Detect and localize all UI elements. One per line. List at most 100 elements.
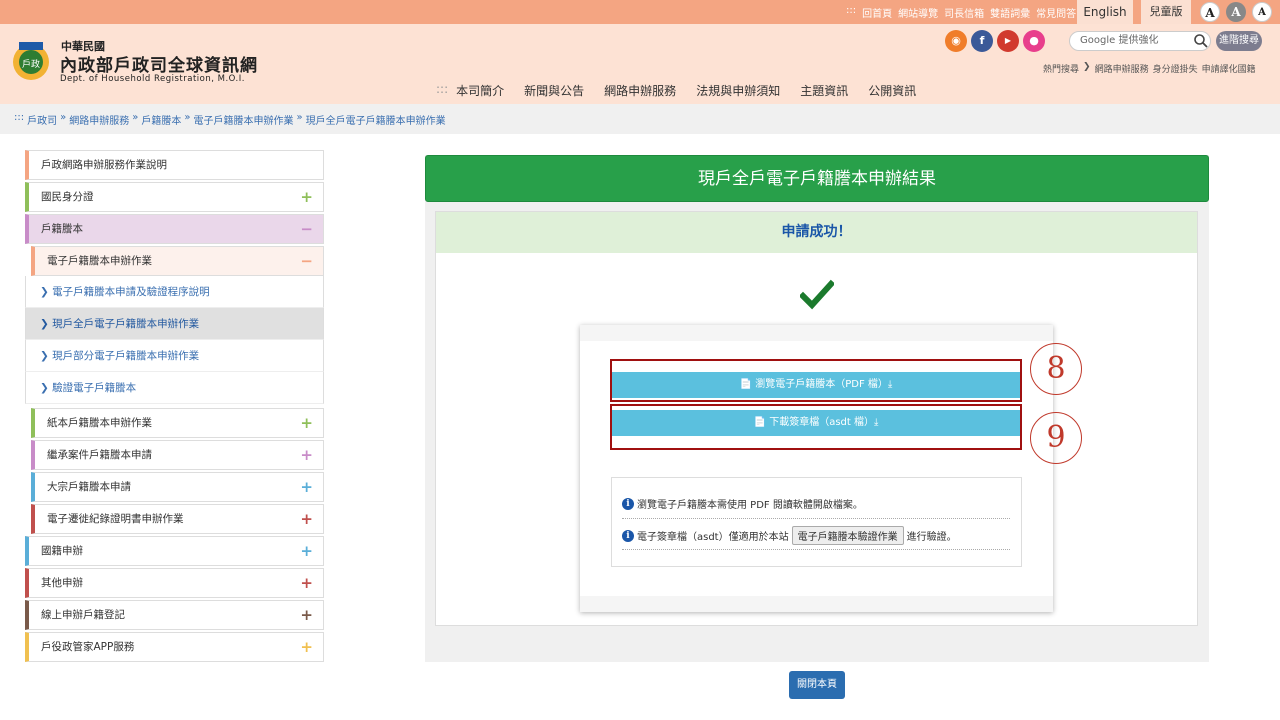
sidebar-subitem-guide[interactable]: ❯ 電子戶籍謄本申請及驗證程序說明 [25,276,324,308]
hot-search: 熱門搜尋 ❯ 網路申辦服務 身分證掛失 申請譯化國籍 [1043,62,1256,75]
info-icon: i [622,497,634,510]
plus-icon: + [300,510,313,528]
top-link-mailbox[interactable]: 司長信箱 [944,5,984,20]
checkmark-icon [800,279,834,310]
nav-dots: ::: [436,82,449,96]
sidebar-item-other[interactable]: 其他申辦 + [25,568,324,598]
font-size-medium-button[interactable]: A [1226,2,1246,22]
plus-icon: + [300,574,313,592]
divider [622,549,1010,550]
plus-icon: + [300,606,313,624]
top-link-home[interactable]: 回首頁 [862,5,892,20]
rss-icon[interactable]: ◉ [945,30,967,52]
sidebar-subitem-full-household[interactable]: ❯ 現戶全戶電子戶籍謄本申辦作業 [25,308,324,340]
top-link-faq[interactable]: 常見問答 [1036,5,1076,20]
breadcrumb: ::: 戶政司 » 網路申辦服務 » 戶籍謄本 » 電子戶籍謄本申辦作業 » 現… [14,112,446,127]
hot-search-label: 熱門搜尋 [1043,65,1080,75]
download-card-header [580,325,1053,341]
sidebar-item-label: 國民身分證 [41,191,94,203]
success-message: 申請成功！ [436,212,1197,253]
main-nav: ::: 本司簡介 新聞與公告 網路申辦服務 法規與申辦須知 主題資訊 公開資訊 [436,82,936,99]
breadcrumb-item[interactable]: 戶政司 [27,112,57,127]
nav-about[interactable]: 本司簡介 [456,82,504,99]
nav-news[interactable]: 新聞與公告 [524,82,584,99]
page-title: 現戶全戶電子戶籍謄本申辦結果 [425,155,1209,202]
sidebar-item-app[interactable]: 戶役政管家APP服務 + [25,632,324,662]
plus-icon: + [300,188,313,206]
hot-search-link[interactable]: 網路申辦服務 [1095,62,1149,75]
logo-english: Dept. of Household Registration, M.O.I. [60,74,245,84]
sidebar-item-service-guide[interactable]: 戶政網路申辦服務作業說明 [25,150,324,180]
nav-topics[interactable]: 主題資訊 [800,82,848,99]
sidebar-item-bulk[interactable]: 大宗戶籍謄本申請 + [31,472,324,502]
breadcrumb-item[interactable]: 網路申辦服務 [69,112,129,127]
sidebar-item-label: 大宗戶籍謄本申請 [47,481,131,493]
sidebar-item-household-transcript[interactable]: 戶籍謄本 − [25,214,324,244]
plus-icon: + [300,414,313,432]
plus-icon: + [300,542,313,560]
nav-public-info[interactable]: 公開資訊 [868,82,916,99]
sidebar-item-label: 電子遷徙紀錄證明書申辦作業 [47,513,184,525]
font-size-large-button[interactable]: A [1252,2,1272,22]
sidebar-subitem-partial-household[interactable]: ❯ 現戶部分電子戶籍謄本申辦作業 [25,340,324,372]
sidebar-item-label: 電子戶籍謄本申辦作業 [47,255,152,267]
note-pdf-text: 瀏覽電子戶籍謄本需使用 PDF 閱讀軟體開啟檔案。 [637,500,863,511]
search-input[interactable]: Google 提供強化 [1069,31,1211,51]
sidebar-item-label: 戶役政管家APP服務 [41,641,135,653]
close-page-button[interactable]: 關閉本頁 [789,671,845,699]
sidebar-item-label: 戶政網路申辦服務作業說明 [41,159,167,171]
note-pdf: i 瀏覽電子戶籍謄本需使用 PDF 閱讀軟體開啟檔案。 [622,496,863,511]
hot-search-link[interactable]: 身分證掛失 [1153,62,1198,75]
sidebar: 戶政網路申辦服務作業說明 國民身分證 + 戶籍謄本 − 電子戶籍謄本申辦作業 −… [25,150,324,664]
minus-icon: − [300,220,313,238]
ministry-logo-icon[interactable]: 戶政 [11,38,51,84]
sidebar-item-paper-transcript[interactable]: 紙本戶籍謄本申辦作業 + [31,408,324,438]
english-button[interactable]: English [1077,0,1133,24]
plus-icon: + [300,478,313,496]
sidebar-item-label: 國籍申辦 [41,545,83,557]
flickr-icon[interactable]: ● [1023,30,1045,52]
download-card-footer [580,596,1053,612]
plus-icon: + [300,446,313,464]
plus-icon: + [300,638,313,656]
breadcrumb-item[interactable]: 電子戶籍謄本申辦作業 [193,112,293,127]
chevron-right-icon: ❯ [1083,62,1091,72]
top-link-sitemap[interactable]: 網站導覽 [898,5,938,20]
top-link-glossary[interactable]: 雙語詞彙 [990,5,1030,20]
top-link-dots: ::: [846,5,857,16]
youtube-icon[interactable]: ▶ [997,30,1019,52]
annotation-number-9: 9 [1030,412,1082,464]
svg-text:戶政: 戶政 [22,58,40,70]
minus-icon: − [300,252,313,270]
advanced-search-button[interactable]: 進階搜尋 [1216,31,1262,51]
search-icon[interactable] [1193,33,1209,49]
sidebar-item-id-card[interactable]: 國民身分證 + [25,182,324,212]
font-size-small-button[interactable]: A [1200,2,1220,22]
sidebar-item-migration-record[interactable]: 電子遷徙紀錄證明書申辦作業 + [31,504,324,534]
hot-search-link[interactable]: 申請譯化國籍 [1202,62,1256,75]
annotation-box-9 [610,404,1022,450]
sidebar-item-label: 戶籍謄本 [41,223,83,235]
breadcrumb-dots: ::: [14,112,25,123]
kids-version-button[interactable]: 兒童版 [1141,0,1191,24]
breadcrumb-sep: » [60,112,67,123]
nav-regulations[interactable]: 法規與申辦須知 [696,82,780,99]
breadcrumb-current[interactable]: 現戶全戶電子戶籍謄本申辦作業 [306,112,446,127]
sidebar-item-online-registration[interactable]: 線上申辦戶籍登記 + [25,600,324,630]
sidebar-item-label: 線上申辦戶籍登記 [41,609,125,621]
verify-transcript-button[interactable]: 電子戶籍謄本驗證作業 [791,526,904,545]
breadcrumb-sep: » [132,112,139,123]
logo-title[interactable]: 內政部戶政司全球資訊網 [60,51,258,76]
divider [622,518,1010,519]
sidebar-item-nationality[interactable]: 國籍申辦 + [25,536,324,566]
info-icon: i [622,529,634,542]
sidebar-subitem-verify[interactable]: ❯ 驗證電子戶籍謄本 [25,372,324,404]
sidebar-item-label: 其他申辦 [41,577,83,589]
facebook-icon[interactable]: f [971,30,993,52]
nav-online-services[interactable]: 網路申辦服務 [604,82,676,99]
breadcrumb-item[interactable]: 戶籍謄本 [141,112,181,127]
note-asdt: i 電子簽章檔（asdt）僅適用於本站 電子戶籍謄本驗證作業 進行驗證。 [622,526,957,545]
annotation-number-8: 8 [1030,343,1082,395]
sidebar-item-inheritance[interactable]: 繼承案件戶籍謄本申請 + [31,440,324,470]
sidebar-item-electronic-transcript[interactable]: 電子戶籍謄本申辦作業 − [31,246,324,276]
